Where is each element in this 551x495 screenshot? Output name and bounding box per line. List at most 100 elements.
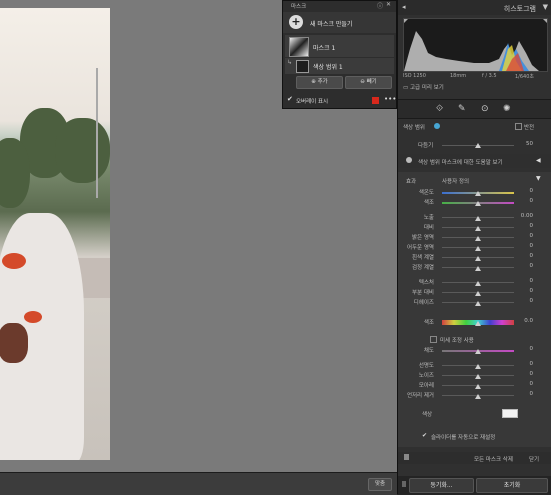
slider-label: 채도 [423,348,434,354]
slider-label: 밝은 영역 [412,235,434,241]
preview-label: 고급 미리 보기 [409,85,444,91]
slider-knob[interactable] [475,374,481,379]
overlay-checkbox[interactable]: ✔ [287,95,293,103]
slider-knob[interactable] [475,321,481,326]
slider-value[interactable]: 0 [519,288,534,294]
slider-knob[interactable] [475,216,481,221]
slider-knob[interactable] [475,291,481,296]
add-button[interactable]: ⊕ 추가 [296,76,343,89]
branch-icon: ↳ [287,59,293,66]
slider-value[interactable]: 0 [519,233,534,239]
slider-knob[interactable] [475,394,481,399]
slider-value[interactable]: 0 [519,346,534,352]
slider-value[interactable]: 0 [519,263,534,269]
effect-label: 효과 [406,179,417,185]
fine-adjust-checkbox[interactable] [430,336,437,343]
slider-knob[interactable] [475,349,481,354]
help-link[interactable]: 색상 범위 마스크에 대한 도움말 보기 [418,158,503,166]
slider-knob[interactable] [475,301,481,306]
focal-length: 18mm [450,73,467,79]
overlay-color-swatch[interactable] [372,97,379,104]
tree-decoration [55,118,110,183]
slider-label: 흰색 계열 [412,255,434,261]
slider-value[interactable]: 0 [519,278,534,284]
slider-label: 어두운 영역 [406,245,434,251]
mask-item-1[interactable]: 마스크 1 [285,35,394,57]
photo-preview[interactable] [0,8,110,460]
slider-value[interactable]: 0 [519,223,534,229]
collapse-arrow-icon[interactable]: ▼ [543,3,548,11]
overlay-row: ✔ 오버레이 표시 ••• [283,94,396,107]
slider-label: 모아레 [418,383,434,389]
fit-button[interactable]: 맞춤 [368,478,392,491]
shutter-speed: 1/640초 [515,74,535,80]
slider-knob[interactable] [475,236,481,241]
slider-value[interactable]: 0 [519,253,534,259]
reset-button[interactable]: 초기화 [476,478,548,493]
refine-value[interactable]: 50 [519,141,533,147]
subtract-button[interactable]: ⊖ 빼기 [345,76,392,89]
slider-value[interactable]: 0 [519,198,534,204]
add-mask-icon[interactable]: + [289,15,303,29]
slider-value[interactable]: 0.00 [519,213,533,219]
invert-checkbox[interactable] [515,123,522,130]
slider-value[interactable]: 0 [519,391,534,397]
histogram-graph[interactable] [403,18,548,72]
slider-knob[interactable] [475,266,481,271]
develop-right-panel: ◂ 히스토그램 ▼ ISO 1250 18mm f / 3.5 1/640초 ▭… [397,0,551,494]
sync-toggle-icon[interactable] [402,481,406,487]
slider-knob[interactable] [475,191,481,196]
healing-brush-icon[interactable]: ✎ [458,104,466,114]
toggle-icon[interactable] [404,454,409,460]
masking-tool-icon[interactable]: ✺ [503,104,511,114]
close-icon[interactable]: ✕ [386,1,391,8]
canvas-bottom-bar [0,472,397,495]
expand-arrow-icon[interactable]: ◀ [536,157,541,164]
person-figure [0,213,84,460]
effect-section: 효과 사용자 정의 ▼ 색온도 0 색조 0 노출 0.00 대비 0 밝은 영역 0 어두운 영역… [398,172,551,447]
new-mask-row[interactable]: + 새 마스크 만들기 [283,12,396,33]
effect-collapse-icon[interactable]: ▼ [536,175,541,182]
slider-value[interactable]: 0 [519,243,534,249]
color-swatch[interactable] [502,409,518,418]
mask-thumbnail [289,37,309,57]
slider-value[interactable]: 0 [519,361,534,367]
slider-value[interactable]: 0 [519,371,534,377]
slider-knob[interactable] [475,226,481,231]
slider-label: 디헤이즈 [413,300,434,306]
slider-knob[interactable] [475,256,481,261]
slider-knob[interactable] [475,201,481,206]
redeye-icon[interactable]: ⊙ [481,104,489,114]
slider-label: 선명도 [418,363,434,369]
histogram-header[interactable]: ◂ 히스토그램 ▼ [398,0,551,15]
effect-preset-select[interactable]: 사용자 정의 [442,177,469,185]
collapse-left-icon[interactable]: ◂ [402,3,406,11]
help-row[interactable]: 색상 범위 마스크에 대한 도움말 보기 ◀ [398,154,551,168]
slider-value[interactable]: 0.0 [519,318,533,324]
auto-reset-label: 슬라이더를 자동으로 재설정 [431,435,496,441]
slider-value[interactable]: 0 [519,188,534,194]
slider-knob[interactable] [475,281,481,286]
color-range-submask[interactable]: ↳ 색상 범위 1 [285,58,394,74]
preview-row[interactable]: ▭ 고급 미리 보기 [403,83,444,91]
auto-reset-checkbox[interactable]: ✔ [422,432,427,439]
color-range-label: 색상 범위 [403,125,425,131]
color-range-row: 색상 범위 반전 [398,122,551,132]
slider-value[interactable]: 0 [519,298,534,304]
refine-slider-knob[interactable] [475,143,481,148]
street-pole [96,68,98,198]
slider-knob[interactable] [475,246,481,251]
delete-all-masks-button[interactable]: 모든 마스크 삭제 [474,455,513,463]
close-button[interactable]: 닫기 [529,455,539,463]
crop-tool-icon[interactable]: ⟐ [436,104,443,114]
slider-value[interactable]: 0 [519,381,534,387]
bottom-buttons: 동기화... 초기화 [398,476,551,494]
slider-knob[interactable] [475,364,481,369]
sync-button[interactable]: 동기화... [409,478,474,493]
aperture-value: f / 3.5 [482,73,497,79]
help-icon[interactable]: ⓘ [377,1,383,10]
slider-label: 색조 [423,200,434,206]
slider-knob[interactable] [475,384,481,389]
more-options-icon[interactable]: ••• [384,95,396,103]
invert-label: 반전 [524,125,535,131]
